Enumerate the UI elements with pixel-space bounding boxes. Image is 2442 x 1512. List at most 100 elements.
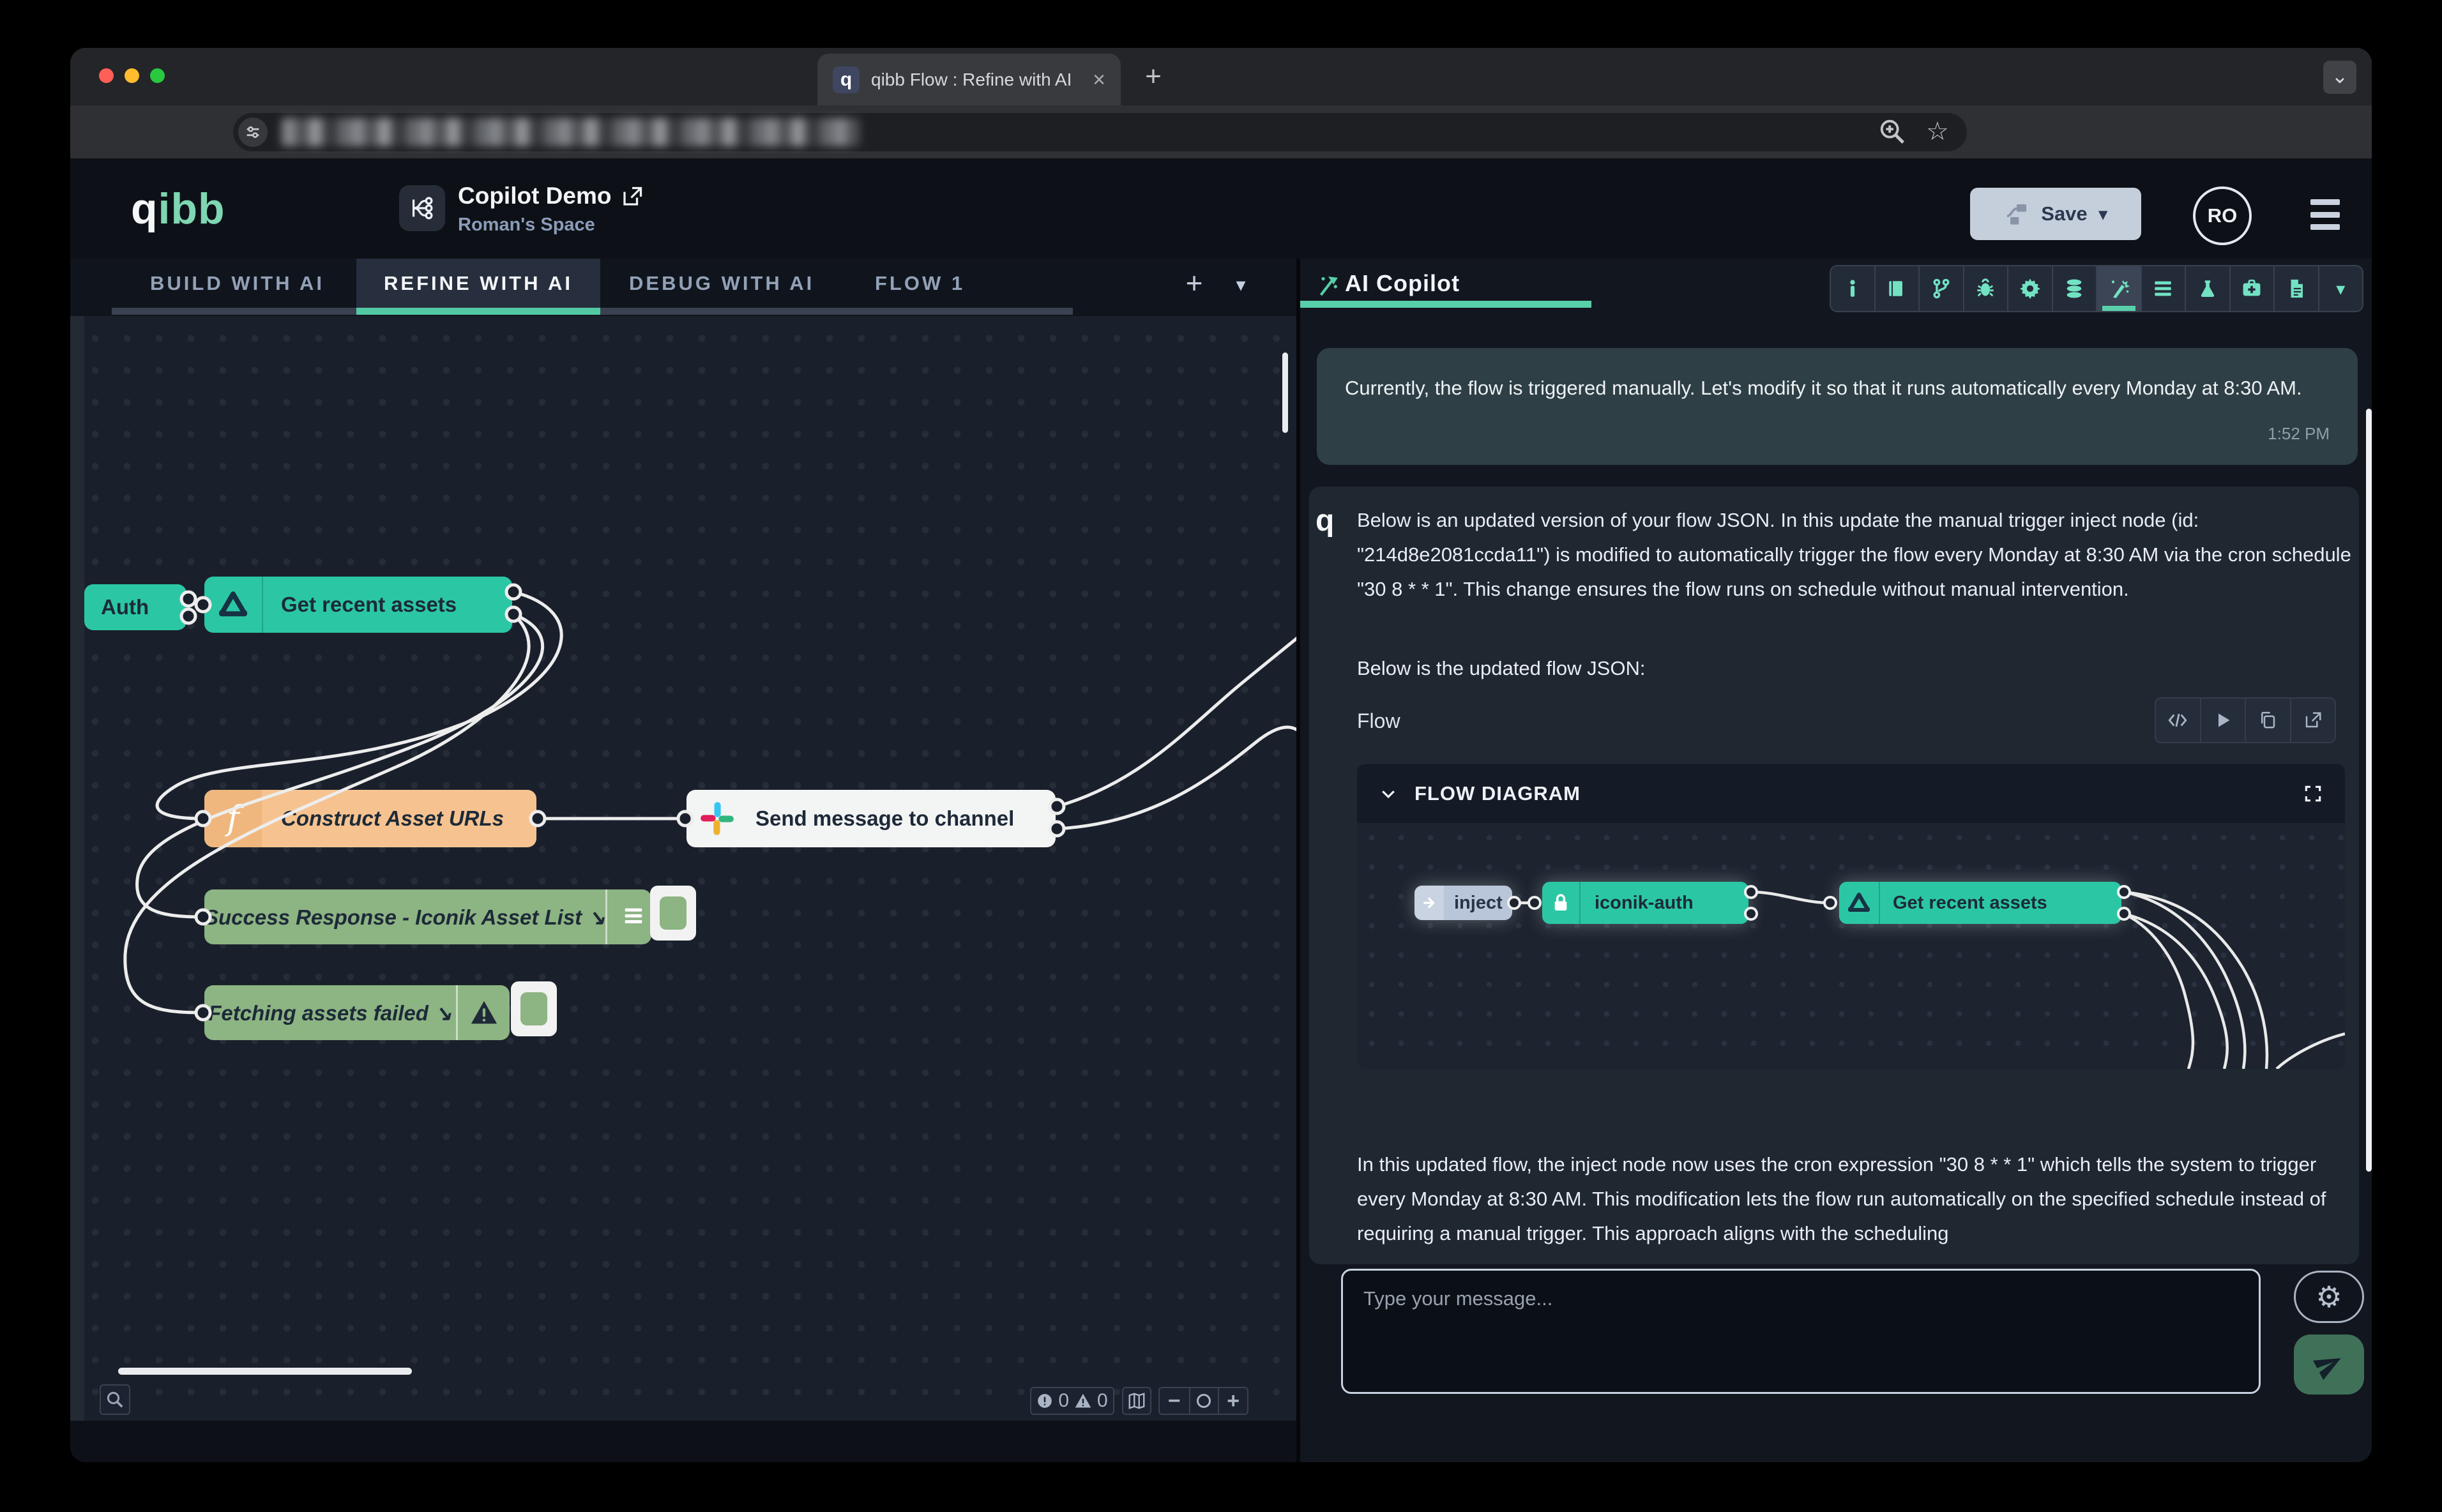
info-icon[interactable]	[1831, 266, 1874, 311]
diagram-node-get-recent-assets[interactable]: Get recent assets	[1839, 882, 2121, 924]
list-icon[interactable]	[2141, 266, 2185, 311]
inject-arrow-icon	[1414, 886, 1444, 920]
gear-icon: ⚙	[2316, 1280, 2342, 1314]
assistant-paragraph: Below is an updated version of your flow…	[1357, 503, 2353, 607]
assistant-paragraph: In this updated flow, the inject node no…	[1357, 1147, 2353, 1251]
message-input[interactable]	[1341, 1269, 2261, 1394]
magic-wand-icon	[1314, 273, 1341, 303]
save-flow-icon	[2004, 201, 2029, 227]
flow-canvas[interactable]: Auth Get recent assets f Construct Asset…	[70, 316, 1296, 1421]
bug-icon[interactable]	[1963, 266, 2008, 311]
message-timestamp: 1:52 PM	[2268, 417, 2330, 451]
user-avatar[interactable]: RO	[2193, 186, 2252, 245]
composer	[1341, 1269, 2261, 1394]
close-tab-icon[interactable]: ×	[1093, 69, 1105, 91]
chevron-down-icon[interactable]	[1379, 784, 1398, 803]
browser-tabstrip: q qibb Flow : Refine with AI × + ⌄	[70, 48, 2372, 105]
node-fetching-assets-failed[interactable]: Fetching assets failed ↘	[204, 985, 510, 1040]
git-branch-icon[interactable]	[1918, 266, 1963, 311]
function-icon: f	[204, 790, 262, 847]
node-get-recent-assets[interactable]: Get recent assets	[204, 577, 512, 633]
lock-icon	[1542, 882, 1581, 924]
error-count: 0	[1058, 1390, 1069, 1412]
browser-tab[interactable]: q qibb Flow : Refine with AI ×	[817, 54, 1121, 105]
iconik-icon	[204, 577, 263, 633]
book-icon[interactable]	[1874, 266, 1919, 311]
external-link-icon[interactable]	[621, 185, 644, 211]
qibb-app: qibb Copilot Demo Roman's Space Save ▾ R…	[70, 158, 2372, 1462]
save-label: Save	[2041, 202, 2087, 225]
node-success-response[interactable]: Success Response - Iconik Asset List ↘	[204, 889, 651, 944]
add-flow-tab-button[interactable]: +	[1178, 268, 1210, 299]
first-aid-kit-icon[interactable]	[2229, 266, 2274, 311]
zoom-reset-button[interactable]	[1189, 1388, 1218, 1414]
node-send-message-to-channel[interactable]: Send message to channel	[686, 790, 1056, 847]
node-construct-asset-urls[interactable]: f Construct Asset URLs	[204, 790, 536, 847]
gear-icon[interactable]	[2007, 266, 2052, 311]
browser-window: q qibb Flow : Refine with AI × + ⌄ ← → ☆…	[70, 48, 2372, 1462]
zoom-out-button[interactable]: −	[1160, 1388, 1189, 1414]
assistant-chat-message: q Below is an updated version of your fl…	[1309, 487, 2359, 1264]
iconik-icon	[1839, 882, 1880, 924]
tab-refine-with-ai[interactable]: REFINE WITH AI	[356, 259, 600, 308]
close-window-button[interactable]	[99, 68, 114, 83]
node-auth[interactable]: Auth	[84, 584, 186, 630]
diagram-wires	[1357, 823, 2345, 1069]
debug-output-toggle[interactable]	[511, 981, 557, 1036]
run-flow-button[interactable]	[2200, 699, 2245, 742]
qibb-favicon-icon: q	[833, 66, 860, 93]
save-button[interactable]: Save ▾	[1970, 188, 2141, 240]
tab-flow-1[interactable]: FLOW 1	[862, 259, 978, 308]
copy-button[interactable]	[2245, 699, 2290, 742]
flow-diagram-card: FLOW DIAGRAM inject	[1357, 764, 2345, 1069]
minimize-window-button[interactable]	[125, 68, 139, 83]
canvas-horizontal-scrollbar[interactable]	[118, 1368, 412, 1375]
workspace-name: Roman's Space	[458, 215, 595, 236]
diagram-node-iconik-auth[interactable]: iconik-auth	[1542, 882, 1748, 924]
tab-build-with-ai[interactable]: BUILD WITH AI	[137, 259, 337, 308]
magic-wand-tool-icon[interactable]	[2096, 266, 2141, 311]
page-title: Copilot Demo	[458, 183, 611, 209]
slack-icon	[686, 790, 748, 847]
minimap-button[interactable]	[1122, 1387, 1151, 1415]
flow-tab-list-dropdown-icon[interactable]: ▾	[1225, 270, 1257, 302]
zoom-page-icon[interactable]	[1877, 117, 1907, 149]
database-icon[interactable]	[2052, 266, 2097, 311]
toolbar-overflow-icon[interactable]: ▾	[2318, 266, 2363, 311]
qibb-assistant-avatar: q	[1316, 503, 1334, 538]
copilot-settings-button[interactable]: ⚙	[2294, 1271, 2364, 1323]
main-menu-button[interactable]	[2310, 199, 2340, 230]
open-external-button[interactable]	[2290, 699, 2335, 742]
qibb-logo[interactable]: qibb	[131, 184, 225, 234]
canvas-search-button[interactable]	[100, 1384, 130, 1415]
view-code-button[interactable]	[2156, 699, 2200, 742]
error-icon	[1036, 1393, 1053, 1409]
tab-debug-with-ai[interactable]: DEBUG WITH AI	[616, 259, 827, 308]
flow-diagram-header[interactable]: FLOW DIAGRAM	[1357, 764, 2345, 823]
site-settings-icon[interactable]	[238, 117, 268, 147]
bookmark-star-icon[interactable]: ☆	[1926, 117, 1949, 146]
ai-copilot-panel: AI Copilot ▾ Currently, the flow is trig…	[1300, 259, 2372, 1462]
chat-scrollbar[interactable]	[2366, 409, 2372, 1172]
diagram-node-inject[interactable]: inject	[1414, 886, 1512, 920]
tab-search-button[interactable]: ⌄	[2323, 61, 2356, 94]
flask-icon[interactable]	[2185, 266, 2229, 311]
document-icon[interactable]	[2273, 266, 2318, 311]
url-bar[interactable]	[233, 113, 1967, 151]
canvas-vertical-scrollbar[interactable]	[1282, 352, 1288, 433]
copilot-toolbar: ▾	[1830, 265, 2363, 312]
warning-icon	[456, 985, 510, 1040]
maximize-window-button[interactable]	[150, 68, 165, 83]
flow-diagram-title: FLOW DIAGRAM	[1414, 782, 1581, 805]
new-tab-button[interactable]: +	[1138, 62, 1169, 93]
flow-type-icon	[399, 185, 445, 231]
canvas-issue-counter[interactable]: 0 0	[1030, 1387, 1114, 1415]
send-button[interactable]	[2294, 1334, 2364, 1395]
save-dropdown-icon[interactable]: ▾	[2099, 204, 2107, 224]
assistant-paragraph: Below is the updated flow JSON:	[1357, 651, 2353, 686]
fullscreen-icon[interactable]	[2303, 783, 2323, 804]
flow-diagram-body[interactable]: inject iconik-auth Get rec	[1357, 823, 2345, 1069]
debug-output-toggle[interactable]	[650, 886, 696, 941]
zoom-in-button[interactable]: +	[1218, 1388, 1247, 1414]
map-icon	[1127, 1391, 1146, 1410]
